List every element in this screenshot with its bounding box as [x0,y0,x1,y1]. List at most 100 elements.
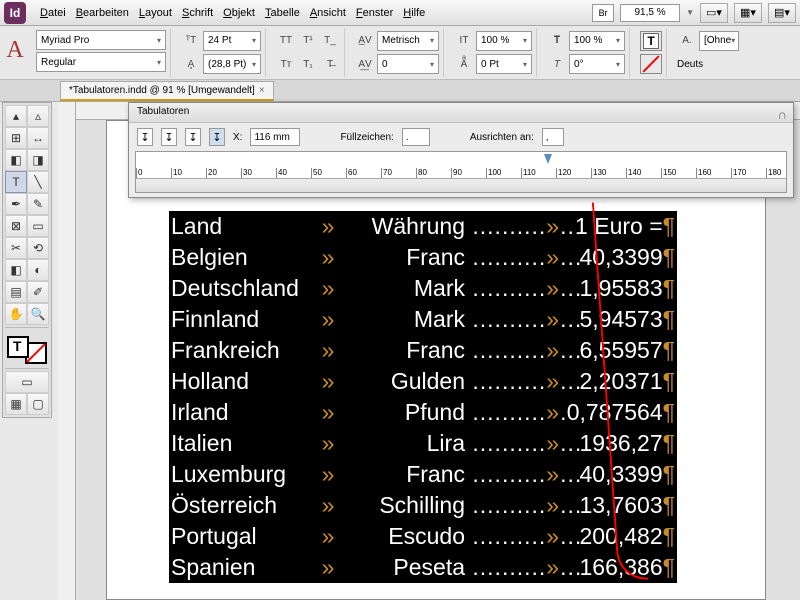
ruler-tick: 110 [521,168,536,178]
document-tab[interactable]: *Tabulatoren.indd @ 91 % [Umgewandelt]× [60,81,274,101]
direct-selection-tool[interactable]: ▵ [27,105,49,127]
char-stroke[interactable] [640,54,662,74]
ruler-tick: 30 [241,168,252,178]
menu-hilfe[interactable]: Hilfe [399,3,429,23]
eyedropper-tool[interactable]: ✐ [27,281,49,303]
bridge-icon[interactable]: Br [592,4,614,22]
document-tabbar: *Tabulatoren.indd @ 91 % [Umgewandelt]× [0,80,800,102]
fill-stroke-swap[interactable] [5,334,49,366]
gradient-feather-tool[interactable]: ◐ [27,259,49,281]
strikethrough-icon[interactable]: T̶ [320,54,340,74]
menu-bearbeiten[interactable]: Bearbeiten [72,3,133,23]
tab-ruler[interactable]: 0102030405060708090100110120130140150160… [135,151,787,193]
skew[interactable]: 0° [569,54,625,74]
ruler-tick: 10 [171,168,182,178]
menu-datei[interactable]: DDateiatei [36,3,70,23]
menu-fenster[interactable]: Fenster [352,3,397,23]
fill-value[interactable]: . [402,128,430,146]
hscale[interactable]: 100 % [569,31,625,51]
x-label: X: [233,132,242,143]
line-tool[interactable]: ╲ [27,171,49,193]
view-mode-normal[interactable]: ▦ [5,393,27,415]
screen-mode-icon[interactable]: ▦▾ [734,3,762,23]
kerning-icon: A̲V [355,31,375,51]
table-row: Spanien»Peseta ..........»..........166,… [171,552,675,583]
underline-icon[interactable]: T_ [320,31,340,51]
char-fill[interactable]: T [640,31,662,51]
hand-tool[interactable]: ✋ [5,303,27,325]
vscale[interactable]: 100 % [476,31,532,51]
view-mode-icon[interactable]: ▭▾ [700,3,728,23]
ruler-tick: 40 [276,168,287,178]
note-tool[interactable]: ▤ [5,281,27,303]
smallcaps-icon[interactable]: Tᴛ [276,54,296,74]
type-tool[interactable]: T [5,171,27,193]
menu-schrift[interactable]: Schrift [178,3,217,23]
tab-left[interactable]: ↧ [137,128,153,146]
gradient-tool[interactable]: ◧ [5,259,27,281]
skew-icon: T [547,54,567,74]
allcaps-icon[interactable]: TT [276,31,296,51]
table-row: Österreich»Schilling ..........»........… [171,490,675,521]
vscale-icon: IT [454,31,474,51]
snap-icon[interactable]: ∩ [778,107,787,122]
transform-tool[interactable]: ⟲ [27,237,49,259]
ruler-tick: 180 [766,168,781,178]
font-family[interactable]: Myriad Pro [36,30,166,50]
menubar: Id DDateiatei Bearbeiten Layout Schrift … [0,0,800,26]
ruler-tick: 170 [731,168,746,178]
baseline-shift[interactable]: 0 Pt [476,54,532,74]
pencil-tool[interactable]: ✎ [27,193,49,215]
page-tool[interactable]: ⊞ [5,127,27,149]
tracking[interactable]: 0 [377,54,439,74]
content-placer-tool[interactable]: ◨ [27,149,49,171]
font-size-icon: ᵀT [181,31,201,51]
zoom-level[interactable]: 91,5 % [620,4,680,22]
tab-marker[interactable] [544,154,552,164]
leading[interactable]: (28,8 Pt) [203,54,261,74]
ruler-tick: 160 [696,168,711,178]
close-icon[interactable]: × [259,85,265,96]
vertical-ruler [58,102,76,600]
ruler-tick: 150 [661,168,676,178]
selection-tool[interactable]: ▴ [5,105,27,127]
text-frame[interactable]: Land»Währung ..........»..........1 Euro… [169,211,677,583]
subscript-icon[interactable]: T₁ [298,54,318,74]
table-row: Portugal»Escudo ..........»..........200… [171,521,675,552]
x-value[interactable]: 116 mm [250,128,300,146]
character-mode-icon[interactable]: A [4,28,26,72]
superscript-icon[interactable]: T¹ [298,31,318,51]
tab-decimal[interactable]: ↧ [209,128,225,146]
rectangle-tool[interactable]: ▭ [27,215,49,237]
scissors-tool[interactable]: ✂ [5,237,27,259]
tracking-icon: A͟V [355,54,375,74]
table-row: Land»Währung ..........»..........1 Euro… [171,211,675,242]
zoom-tool[interactable]: 🔍 [27,303,49,325]
menu-layout[interactable]: Layout [135,3,176,23]
mode-default[interactable]: ▭ [5,371,49,393]
table-row: Belgien»Franc ..........»..........40,33… [171,242,675,273]
view-mode-preview[interactable]: ▢ [27,393,49,415]
pen-tool[interactable]: ✒ [5,193,27,215]
tab-right[interactable]: ↧ [185,128,201,146]
align-value[interactable]: , [542,128,564,146]
font-style[interactable]: Regular [36,52,166,72]
frame-tool[interactable]: ⊠ [5,215,27,237]
ruler-tick: 0 [136,168,142,178]
ruler-tick: 140 [626,168,641,178]
baseline-icon: Aͣ [454,54,474,74]
menu-objekt[interactable]: Objekt [219,3,259,23]
menu-tabelle[interactable]: Tabelle [261,3,304,23]
font-size[interactable]: 24 Pt [203,31,261,51]
tab-center[interactable]: ↧ [161,128,177,146]
menu-ansicht[interactable]: Ansicht [306,3,350,23]
toolbox: ▴ ▵ ⊞ ↔ ◧ ◨ T ╲ ✒ ✎ ⊠ ▭ ✂ ⟲ ◧ ◐ ▤ ✐ ✋ 🔍 … [2,102,52,418]
para-style[interactable]: [Ohne [699,31,739,51]
ruler-tick: 80 [416,168,427,178]
ruler-tick: 130 [591,168,606,178]
tab-panel[interactable]: Tabulatoren ∩ ↧ ↧ ↧ ↧ X: 116 mm Füllzeic… [128,102,794,198]
content-tool[interactable]: ◧ [5,149,27,171]
gap-tool[interactable]: ↔ [27,127,49,149]
kerning[interactable]: Metrisch [377,31,439,51]
arrange-icon[interactable]: ▤▾ [768,3,796,23]
